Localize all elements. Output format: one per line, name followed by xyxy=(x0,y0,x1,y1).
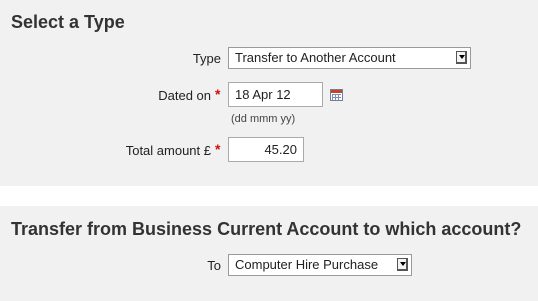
total-amount-label: Total amount £ xyxy=(125,143,211,158)
date-input[interactable]: 18 Apr 12 xyxy=(228,82,323,107)
to-account-select-value: Computer Hire Purchase xyxy=(235,257,379,272)
required-marker: * xyxy=(215,86,221,102)
select-type-panel: Select a Type Type Transfer to Another A… xyxy=(0,0,538,186)
dropdown-arrow-icon xyxy=(456,51,467,64)
dated-on-label: Dated on xyxy=(158,88,211,103)
type-select-value: Transfer to Another Account xyxy=(235,50,396,65)
total-amount-input[interactable]: 45.20 xyxy=(228,137,304,162)
dropdown-arrow-icon xyxy=(397,258,408,271)
to-label: To xyxy=(207,258,221,273)
section-heading: Select a Type xyxy=(11,12,125,32)
date-format-hint: (dd mmm yy) xyxy=(231,113,296,125)
type-select[interactable]: Transfer to Another Account xyxy=(228,47,471,69)
calendar-icon[interactable] xyxy=(330,89,343,101)
type-label: Type xyxy=(192,51,221,66)
required-marker: * xyxy=(215,141,221,157)
transfer-panel: Transfer from Business Current Account t… xyxy=(0,206,538,301)
to-account-select[interactable]: Computer Hire Purchase xyxy=(228,254,412,276)
transfer-heading: Transfer from Business Current Account t… xyxy=(11,219,522,239)
